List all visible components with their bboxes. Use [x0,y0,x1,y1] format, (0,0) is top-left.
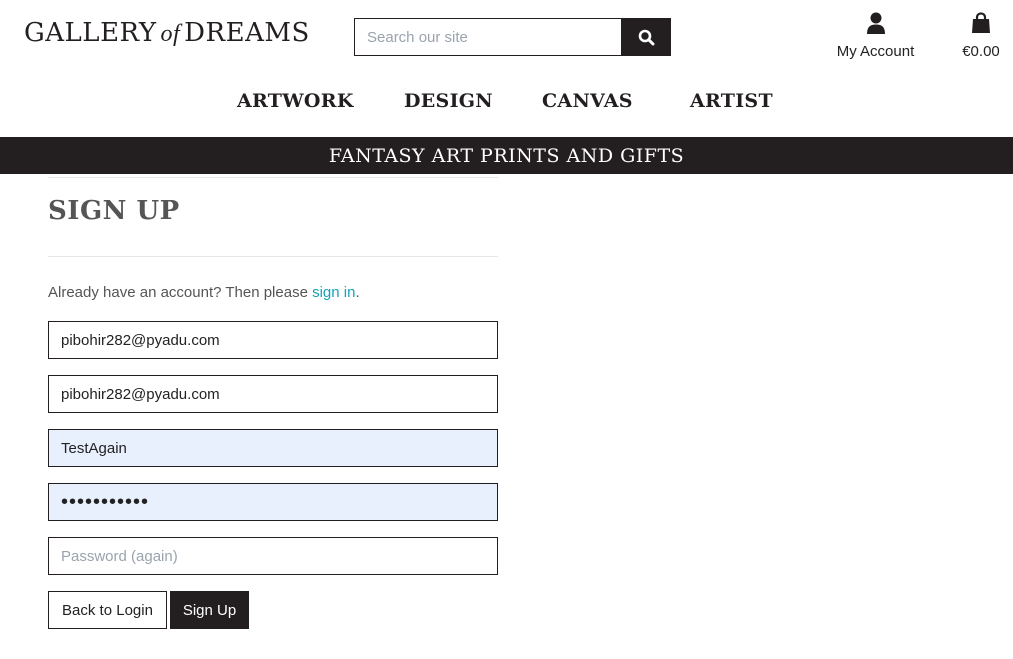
email-confirm-field[interactable] [48,375,498,413]
user-icon [866,12,885,34]
username-field[interactable] [48,429,498,467]
divider [48,177,498,178]
cart-link[interactable]: €0.00 [955,12,1007,60]
search-button[interactable] [621,18,671,56]
logo-word-gallery: GALLERY [24,18,157,48]
password-again-field[interactable] [48,537,498,575]
my-account-label: My Account [836,43,915,60]
email-field[interactable] [48,321,498,359]
promo-banner-text: FANTASY ART PRINTS AND GIFTS [328,144,685,167]
search-icon [638,29,654,45]
site-logo[interactable]: GALLERY of DREAMS [24,18,310,48]
password-field[interactable] [48,483,498,521]
nav-canvas[interactable]: CANVAS [542,90,633,112]
signin-hint-suffix: . [355,284,360,301]
sign-up-button[interactable]: Sign Up [170,591,249,629]
logo-word-of: of [160,21,181,47]
cart-total: €0.00 [962,43,1000,60]
nav-design[interactable]: DESIGN [404,90,493,112]
shopping-bag-icon [972,12,990,33]
search-form [354,18,671,56]
promo-banner: FANTASY ART PRINTS AND GIFTS [0,137,1013,174]
logo-word-dreams: DREAMS [184,18,310,48]
signin-hint-text: Already have an account? Then please [48,284,313,301]
my-account-link[interactable]: My Account [833,12,918,60]
page-title: SIGN UP [48,196,180,226]
search-input[interactable] [354,18,621,56]
nav-artist[interactable]: ARTIST [690,90,773,112]
signin-hint: Already have an account? Then please sig… [48,284,360,301]
divider [48,256,498,257]
sign-in-link[interactable]: sign in [312,284,355,301]
main-nav: ARTWORK DESIGN CANVAS ARTIST [0,90,1013,118]
back-to-login-button[interactable]: Back to Login [48,591,167,629]
nav-artwork[interactable]: ARTWORK [237,90,354,112]
